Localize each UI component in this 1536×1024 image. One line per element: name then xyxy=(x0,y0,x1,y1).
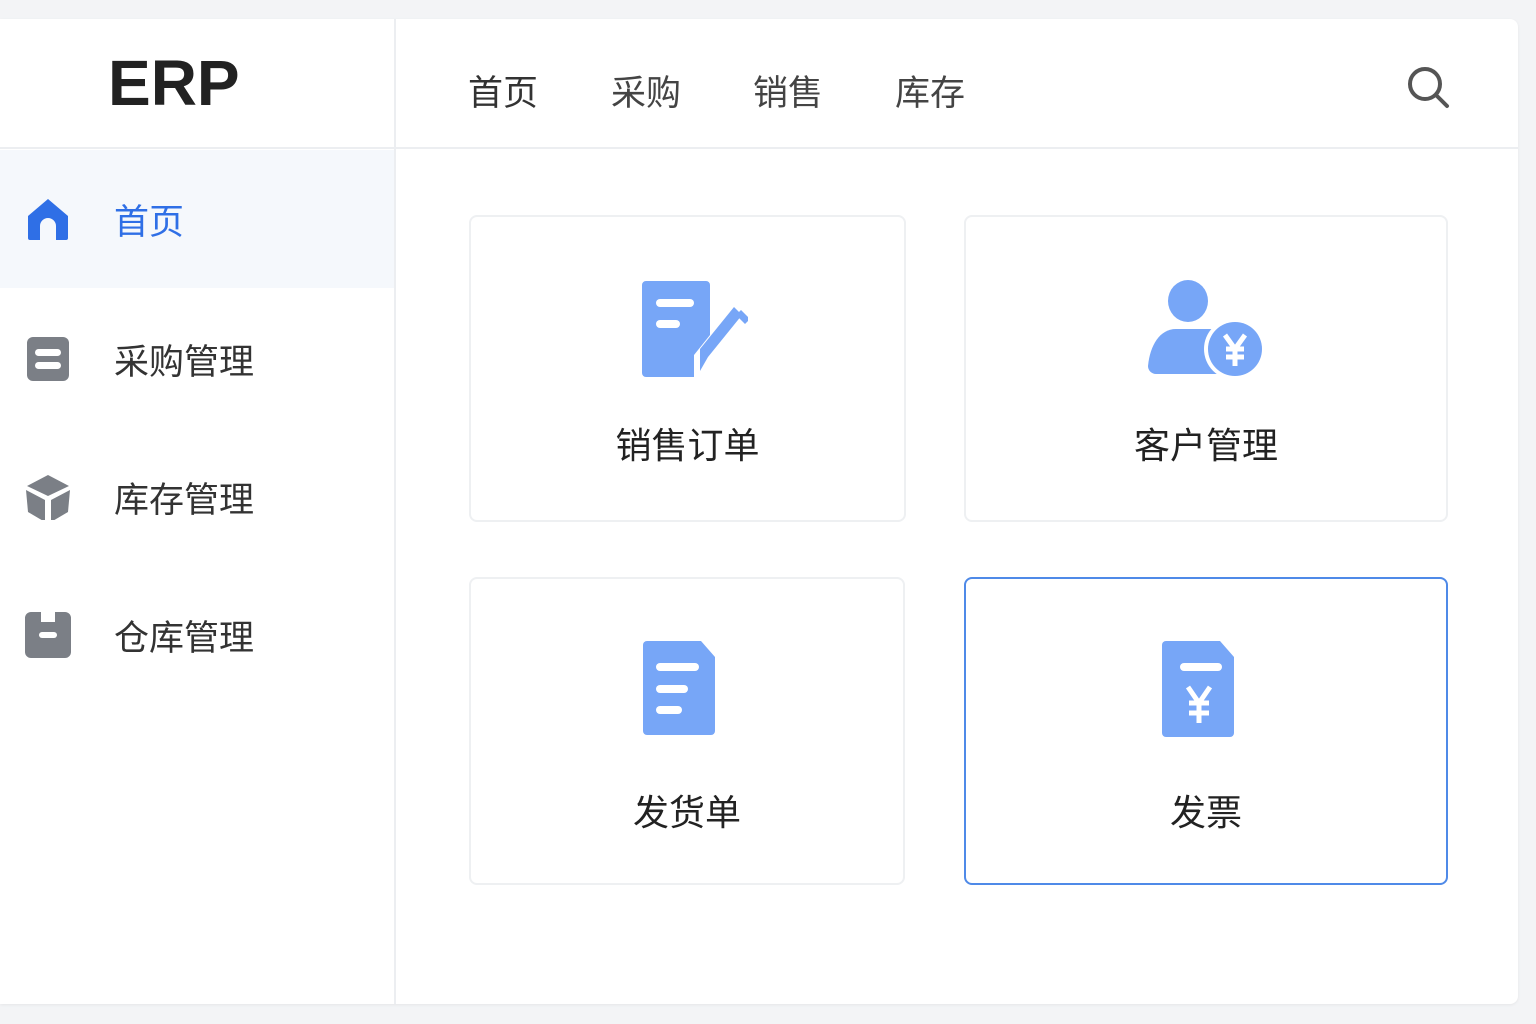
sidebar-item-warehouse[interactable]: 仓库管理 xyxy=(0,566,394,704)
card-label: 发票 xyxy=(1169,793,1242,834)
card-customer-management[interactable]: 客户管理 xyxy=(964,215,1448,522)
sidebar-item-inventory[interactable]: 库存管理 xyxy=(0,428,394,566)
document-icon xyxy=(643,641,715,735)
nav-inventory[interactable]: 库存 xyxy=(895,65,965,116)
nav-purchase[interactable]: 采购 xyxy=(611,65,681,116)
card-label: 发货单 xyxy=(632,793,741,834)
sidebar-item-label: 仓库管理 xyxy=(114,618,255,659)
list-icon xyxy=(27,337,69,381)
app-window: ERP 首页 采购管理 库存管理 仓库管理 首页 采购 销售 库存 销售订单 客… xyxy=(0,19,1518,1004)
card-invoice[interactable]: 发票 xyxy=(964,577,1448,885)
warehouse-icon xyxy=(25,612,71,658)
sidebar-item-label: 首页 xyxy=(114,202,185,243)
edit-document-icon xyxy=(641,281,748,377)
sidebar-item-label: 采购管理 xyxy=(114,342,255,383)
nav-home[interactable]: 首页 xyxy=(468,65,538,116)
top-nav: 首页 采购 销售 库存 xyxy=(396,19,1518,149)
card-delivery-note[interactable]: 发货单 xyxy=(469,577,905,885)
sidebar-item-label: 库存管理 xyxy=(114,480,255,521)
invoice-icon xyxy=(1162,641,1234,737)
sidebar-item-home[interactable]: 首页 xyxy=(0,150,394,288)
sidebar-item-purchase[interactable]: 采购管理 xyxy=(0,290,394,428)
search-icon[interactable] xyxy=(1406,65,1450,109)
sidebar: ERP 首页 采购管理 库存管理 仓库管理 xyxy=(0,19,396,1004)
home-icon xyxy=(28,199,68,240)
box-icon xyxy=(26,475,70,520)
logo: ERP xyxy=(0,19,394,149)
card-sales-order[interactable]: 销售订单 xyxy=(469,215,906,522)
customer-yen-icon xyxy=(1148,280,1266,379)
card-label: 客户管理 xyxy=(1133,426,1278,467)
card-label: 销售订单 xyxy=(615,426,760,467)
nav-sales[interactable]: 销售 xyxy=(753,65,823,116)
